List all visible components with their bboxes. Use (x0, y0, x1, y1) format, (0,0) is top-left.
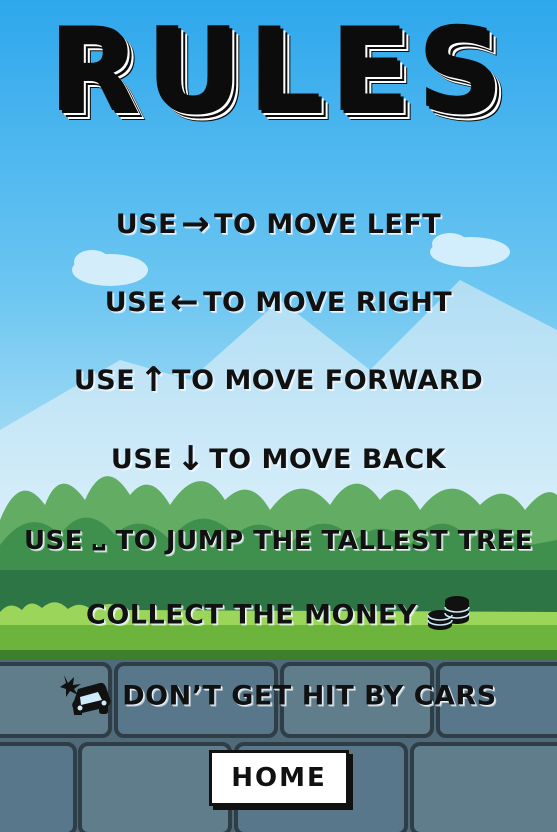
rule-text: TO MOVE RIGHT (203, 287, 453, 318)
rule-prefix: USE (104, 287, 167, 318)
spacebar-icon: ⎵ (93, 516, 106, 551)
home-button[interactable]: HOME (209, 750, 349, 806)
rule-collect-money: COLLECT THE MONEY (0, 596, 557, 636)
rule-move-forward: USE ↑ TO MOVE FORWARD (0, 358, 557, 400)
rule-text: DON’T GET HIT BY CARS (122, 680, 497, 712)
car-crash-icon (60, 675, 111, 717)
rule-prefix: USE (110, 444, 173, 475)
rule-text: COLLECT THE MONEY (86, 599, 418, 631)
arrow-right-icon: → (181, 204, 211, 244)
rule-avoid-cars: DON’T GET HIT BY CARS (0, 675, 557, 718)
rule-move-left: USE → TO MOVE LEFT (0, 202, 557, 244)
arrow-left-icon: ← (170, 282, 200, 322)
arrow-up-icon: ↑ (139, 360, 169, 400)
rule-prefix: USE (115, 209, 178, 240)
rule-jump: USE ⎵ TO JUMP THE TALLEST TREE (0, 516, 557, 557)
rule-prefix: USE (23, 526, 84, 556)
rule-move-right: USE ← TO MOVE RIGHT (0, 280, 557, 322)
coins-icon (427, 596, 470, 630)
page-title: RULES (48, 3, 509, 138)
rule-move-back: USE ↓ TO MOVE BACK (0, 437, 557, 479)
rule-prefix: USE (73, 365, 136, 396)
rule-text: TO MOVE LEFT (214, 209, 442, 240)
rule-text: TO JUMP THE TALLEST TREE (115, 526, 534, 556)
rule-text: TO MOVE FORWARD (172, 365, 484, 396)
arrow-down-icon: ↓ (176, 439, 206, 479)
rule-text: TO MOVE BACK (209, 444, 447, 475)
